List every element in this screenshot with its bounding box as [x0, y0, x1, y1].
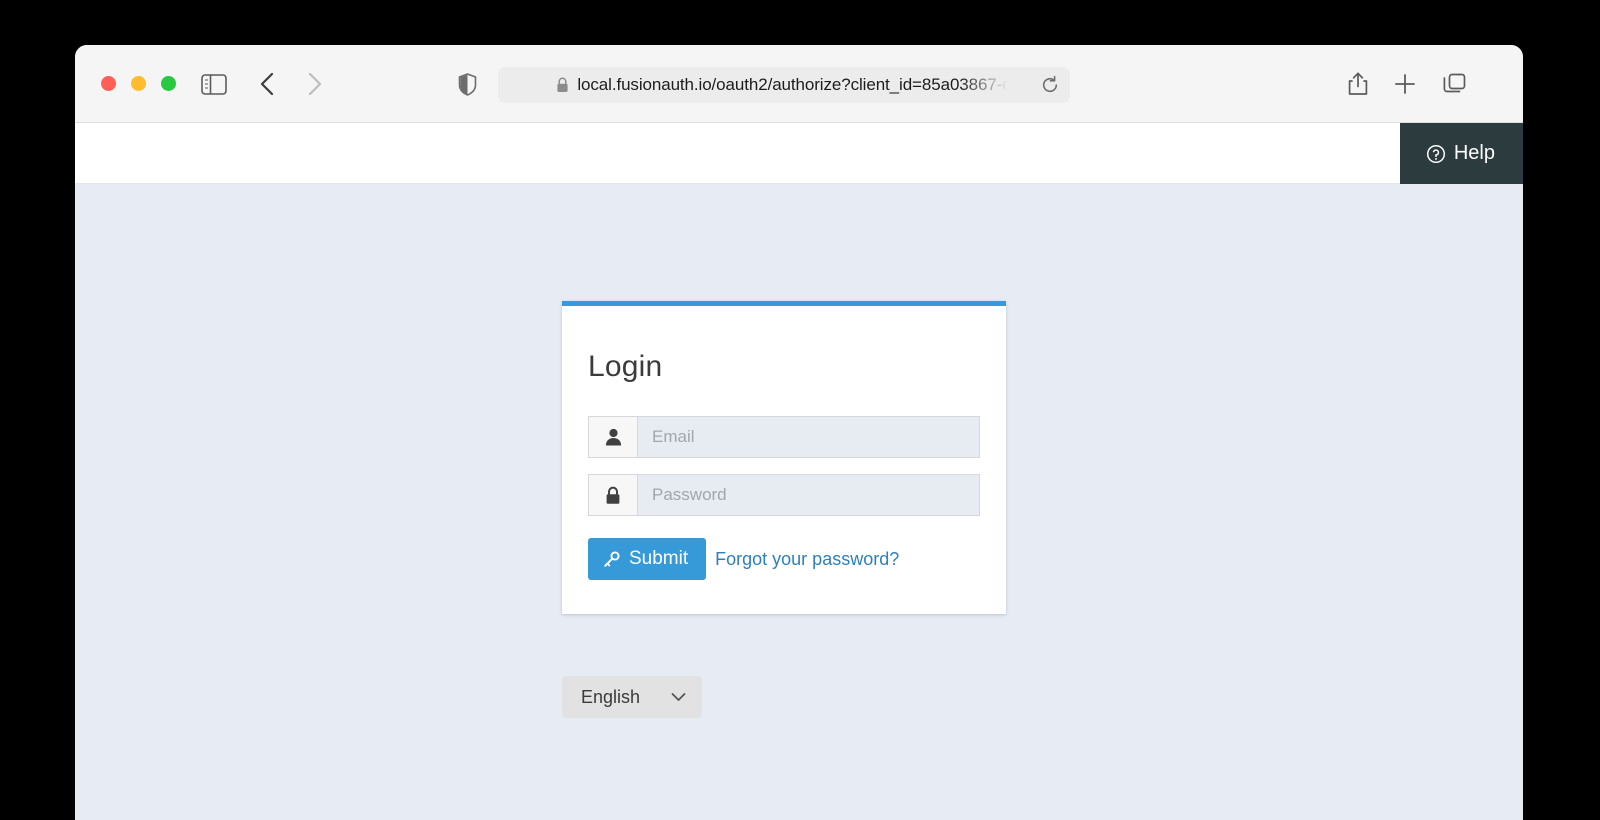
app-header: Help — [75, 123, 1523, 184]
lock-icon — [588, 474, 637, 516]
maximize-window-button[interactable] — [161, 76, 176, 91]
close-window-button[interactable] — [101, 76, 116, 91]
language-select[interactable]: English — [562, 676, 702, 718]
reload-icon[interactable] — [1040, 75, 1060, 95]
password-field-row — [588, 474, 980, 516]
email-field[interactable] — [637, 416, 980, 458]
login-card: Login Email Submit Forgot your password? — [562, 301, 1006, 614]
key-icon — [603, 550, 620, 568]
help-button[interactable]: Help — [1399, 123, 1523, 184]
share-icon[interactable] — [1341, 67, 1375, 101]
lock-icon — [556, 77, 569, 93]
minimize-window-button[interactable] — [131, 76, 146, 91]
language-selected-value: English — [581, 686, 641, 707]
browser-toolbar: local.fusionauth.io/oauth2/authorize?cli… — [75, 45, 1523, 123]
help-label: Help — [1453, 142, 1495, 164]
chevron-down-icon — [671, 692, 686, 702]
back-arrow-icon[interactable] — [251, 67, 285, 101]
password-field[interactable] — [637, 474, 980, 516]
browser-window: local.fusionauth.io/oauth2/authorize?cli… — [75, 45, 1523, 820]
tab-overview-icon[interactable] — [1437, 67, 1471, 101]
submit-label: Submit — [629, 548, 689, 569]
page-content: Help Login Email Submit Forgot your pass… — [75, 123, 1523, 820]
submit-button[interactable]: Submit — [588, 538, 707, 580]
form-actions: Submit Forgot your password? — [588, 538, 980, 580]
forward-arrow-icon[interactable] — [297, 67, 331, 101]
sidebar-toggle-icon[interactable] — [197, 67, 231, 101]
forgot-password-link[interactable]: Forgot your password? — [715, 549, 899, 570]
address-bar[interactable]: local.fusionauth.io/oauth2/authorize?cli… — [498, 67, 1070, 103]
url-text: local.fusionauth.io/oauth2/authorize?cli… — [577, 75, 1012, 94]
window-controls — [101, 76, 176, 91]
user-icon — [588, 416, 637, 458]
email-field-row — [588, 416, 980, 458]
page-title: Login — [588, 350, 663, 383]
question-circle-icon — [1426, 144, 1446, 164]
privacy-shield-icon[interactable] — [450, 67, 484, 101]
new-tab-button[interactable] — [1388, 67, 1422, 101]
